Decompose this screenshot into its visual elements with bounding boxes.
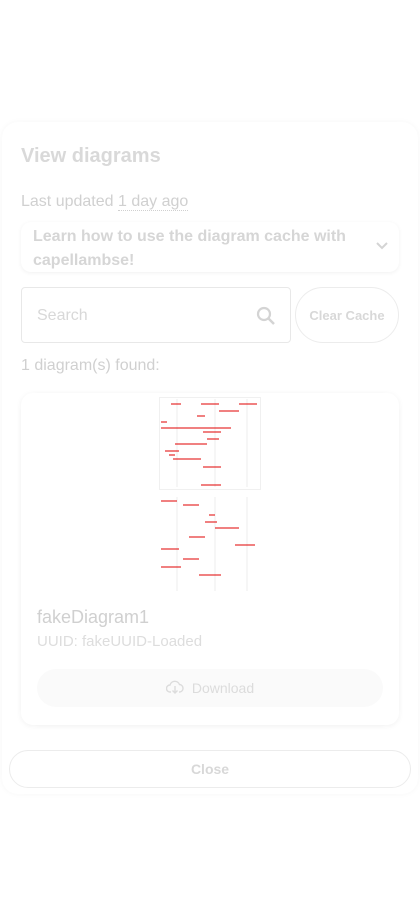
last-updated-text: Last updated 1 day ago [21, 193, 189, 211]
diagram-name: fakeDiagram1 [37, 607, 150, 627]
help-accordion[interactable]: Learn how to use the diagram cache with … [21, 222, 399, 272]
chevron-down-icon [375, 238, 389, 256]
last-updated-label: Last updated [21, 193, 114, 210]
diagram-count-text: 1 diagram(s) found: [21, 357, 160, 374]
last-updated-value: 1 day ago [117, 193, 189, 211]
close-button[interactable]: Close [9, 750, 411, 788]
clear-cache-button[interactable]: Clear Cache [295, 287, 399, 343]
help-accordion-label: Learn how to use the diagram cache with … [33, 228, 346, 269]
diagram-card[interactable]: fakeDiagram1 UUID: fakeUUID-Loaded Downl… [21, 393, 399, 725]
search-input[interactable] [37, 304, 247, 328]
download-label: Download [191, 680, 255, 696]
cloud-download-icon [165, 680, 184, 697]
dialog-title: View diagrams [21, 145, 161, 167]
search-field [21, 287, 291, 343]
search-icon[interactable] [256, 306, 276, 331]
download-button[interactable]: Download [37, 669, 383, 707]
diagram-thumbnail[interactable] [159, 397, 263, 598]
diagram-uuid: UUID: fakeUUID-Loaded [37, 633, 203, 650]
